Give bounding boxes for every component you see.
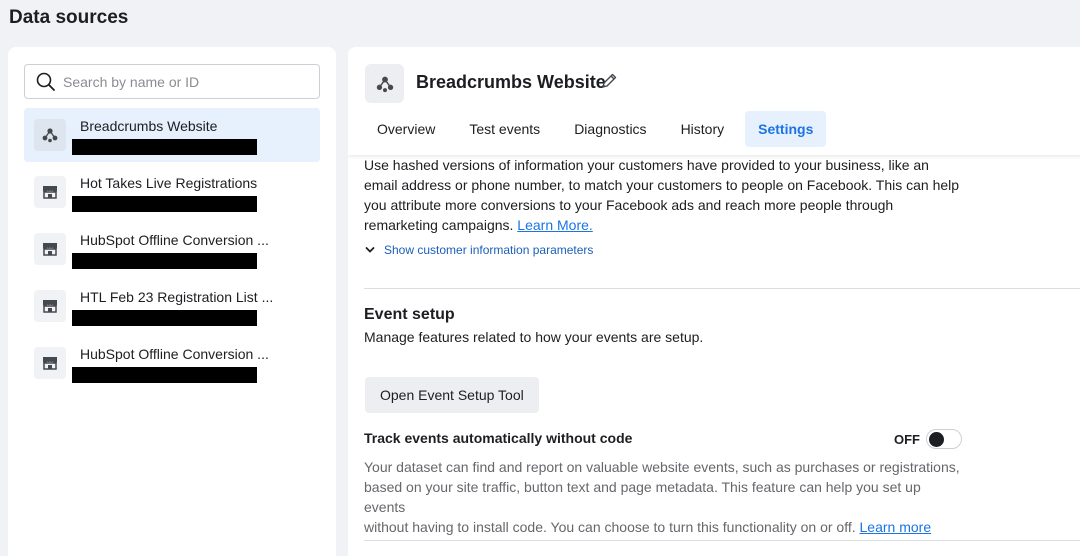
- store-icon: [34, 290, 66, 322]
- source-name: Hot Takes Live Registrations: [80, 175, 258, 191]
- pencil-icon[interactable]: [600, 72, 618, 90]
- store-icon: [34, 347, 66, 379]
- section-divider: [364, 288, 1080, 289]
- source-name: HTL Feb 23 Registration List ...: [80, 289, 274, 305]
- search-icon: [36, 72, 55, 91]
- tab-diagnostics[interactable]: Diagnostics: [561, 111, 659, 147]
- page-title: Data sources: [9, 7, 129, 28]
- source-name: Breadcrumbs Website: [80, 118, 218, 134]
- source-list: Breadcrumbs Website Hot Takes Live Regis…: [24, 108, 320, 393]
- learn-more-link[interactable]: Learn More.: [517, 217, 592, 233]
- source-item-hubspot-offline-2[interactable]: HubSpot Offline Conversion ...: [24, 336, 320, 390]
- search-box[interactable]: [24, 64, 320, 99]
- redacted-id: [72, 253, 257, 269]
- open-event-setup-tool-button[interactable]: Open Event Setup Tool: [365, 377, 539, 413]
- redacted-id: [72, 367, 257, 383]
- source-item-breadcrumbs-website[interactable]: Breadcrumbs Website: [24, 108, 320, 162]
- auto-tracking-toggle-wrap: OFF: [894, 429, 962, 449]
- search-input[interactable]: [63, 73, 303, 90]
- pixel-icon: [34, 119, 66, 151]
- source-item-hot-takes[interactable]: Hot Takes Live Registrations: [24, 165, 320, 219]
- settings-content: Use hashed versions of information your …: [364, 155, 1080, 541]
- toggle-state-label: OFF: [894, 431, 920, 447]
- toggle-knob: [929, 432, 944, 447]
- source-name: HubSpot Offline Conversion ...: [80, 346, 269, 362]
- data-sources-panel: Breadcrumbs Website Hot Takes Live Regis…: [8, 47, 336, 556]
- tab-history[interactable]: History: [668, 111, 738, 147]
- tab-test-events[interactable]: Test events: [456, 111, 553, 147]
- track-events-label: Track events automatically without code: [364, 430, 633, 446]
- customer-info-description: Use hashed versions of information your …: [364, 157, 960, 233]
- chevron-down-icon: [365, 247, 375, 253]
- section-divider: [364, 540, 1080, 541]
- source-item-htl-feb-23[interactable]: HTL Feb 23 Registration List ...: [24, 279, 320, 333]
- event-setup-description: Manage features related to how your even…: [364, 329, 704, 345]
- track-events-description: Your dataset can find and report on valu…: [364, 459, 960, 535]
- auto-tracking-toggle[interactable]: [926, 429, 962, 449]
- pixel-icon: [365, 64, 404, 103]
- redacted-id: [72, 139, 257, 155]
- source-item-hubspot-offline-1[interactable]: HubSpot Offline Conversion ...: [24, 222, 320, 276]
- redacted-id: [72, 196, 257, 212]
- source-detail-panel: Breadcrumbs Website Overview Test events…: [348, 47, 1080, 556]
- detail-header: Breadcrumbs Website Overview Test events…: [348, 47, 1080, 155]
- show-customer-params-toggle[interactable]: Show customer information parameters: [364, 243, 593, 257]
- event-setup-title: Event setup: [364, 306, 455, 323]
- source-name: HubSpot Offline Conversion ...: [80, 232, 269, 248]
- detail-tabs: Overview Test events Diagnostics History…: [364, 111, 834, 147]
- redacted-id: [72, 310, 257, 326]
- store-icon: [34, 233, 66, 265]
- tab-overview[interactable]: Overview: [364, 111, 448, 147]
- tab-settings[interactable]: Settings: [745, 111, 827, 147]
- store-icon: [34, 176, 66, 208]
- dataset-title: Breadcrumbs Website: [416, 72, 606, 92]
- learn-more-link[interactable]: Learn more: [860, 519, 932, 535]
